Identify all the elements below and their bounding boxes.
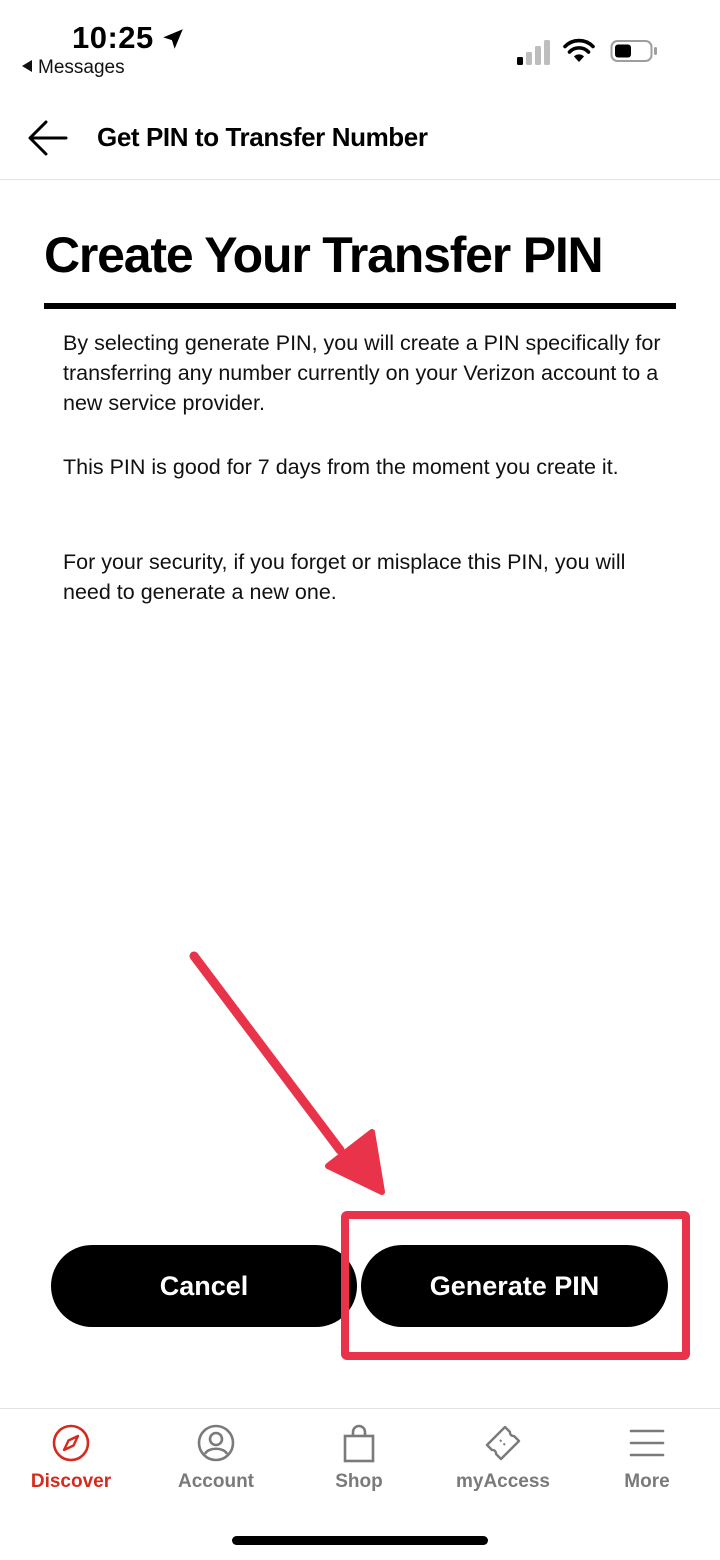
back-to-app-link[interactable]: Messages — [22, 57, 125, 79]
header-title: Get PIN to Transfer Number — [97, 122, 428, 152]
nav-item-discover[interactable]: Discover — [6, 1423, 136, 1513]
info-paragraph-security: For your security, if you forget or misp… — [63, 550, 626, 604]
title-divider — [44, 303, 676, 309]
ticket-icon — [485, 1425, 521, 1461]
back-triangle-icon — [22, 60, 32, 72]
nav-label-shop: Shop — [335, 1471, 383, 1492]
nav-item-myaccess[interactable]: myAccess — [438, 1423, 568, 1513]
cellular-signal-icon — [517, 40, 550, 65]
menu-icon — [629, 1429, 665, 1457]
person-icon — [197, 1424, 235, 1462]
wifi-icon — [563, 38, 595, 62]
home-indicator[interactable] — [232, 1536, 488, 1545]
location-arrow-icon — [163, 29, 183, 49]
shopping-bag-icon — [343, 1424, 375, 1463]
back-arrow-icon[interactable] — [26, 118, 70, 158]
generate-pin-button[interactable]: Generate PIN — [361, 1245, 668, 1327]
nav-item-more[interactable]: More — [582, 1423, 712, 1513]
nav-label-myaccess: myAccess — [455, 1471, 551, 1492]
nav-item-shop[interactable]: Shop — [294, 1423, 424, 1513]
nav-label-more: More — [624, 1471, 670, 1492]
compass-icon — [52, 1424, 90, 1462]
page-title: Create Your Transfer PIN — [44, 227, 604, 283]
status-time: 10:25 — [72, 20, 154, 55]
nav-label-discover: Discover — [30, 1471, 112, 1492]
nav-label-account: Account — [178, 1471, 254, 1492]
info-paragraph-generate: By selecting generate PIN, you will crea… — [63, 331, 661, 415]
page-header: Get PIN to Transfer Number — [0, 100, 720, 180]
cancel-button[interactable]: Cancel — [51, 1245, 357, 1327]
nav-item-account[interactable]: Account — [151, 1423, 281, 1513]
battery-icon — [610, 40, 657, 62]
info-paragraph-validity: This PIN is good for 7 days from the mom… — [63, 455, 619, 479]
back-app-label: Messages — [38, 57, 125, 78]
status-bar: 10:25 Messages — [0, 0, 720, 90]
